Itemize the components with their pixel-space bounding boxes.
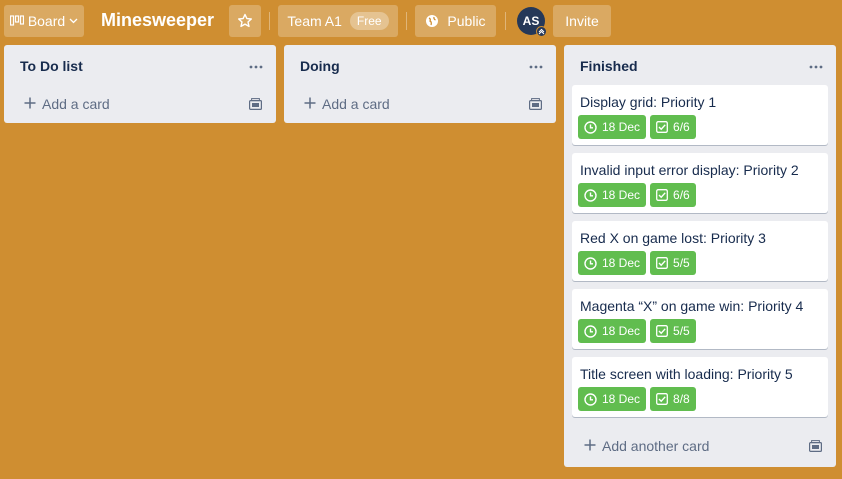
due-date-badge[interactable]: 18 Dec: [578, 319, 647, 343]
checklist-label: 5/5: [673, 256, 690, 270]
star-board-button[interactable]: [229, 5, 261, 37]
card-title: Title screen with loading: Priority 5: [580, 366, 793, 382]
clock-icon: [584, 188, 597, 202]
checklist-label: 6/6: [673, 120, 690, 134]
card-template-icon[interactable]: [809, 439, 823, 455]
clock-icon: [584, 256, 597, 270]
list-title[interactable]: Finished: [580, 58, 638, 74]
checklist-icon: [656, 121, 668, 133]
checklist-badge: 5/5: [650, 251, 696, 275]
add-card-label: Add a card: [42, 96, 110, 112]
card[interactable]: Display grid: Priority 1 18 Dec 6/6: [572, 85, 828, 145]
card-title: Magenta “X” on game win: Priority 4: [580, 298, 804, 314]
card[interactable]: Title screen with loading: Priority 5 18…: [572, 357, 828, 417]
chevron-down-icon: [69, 18, 78, 24]
card-title: Red X on game lost: Priority 3: [580, 230, 766, 246]
due-date-label: 18 Dec: [602, 392, 641, 406]
avatar-initials: AS: [522, 14, 540, 28]
clock-icon: [584, 120, 597, 134]
list-todo: To Do list Add a card: [4, 45, 276, 123]
visibility-label: Public: [447, 13, 486, 29]
due-date-label: 18 Dec: [602, 256, 641, 270]
team-button[interactable]: Team A1 Free: [278, 5, 398, 37]
list-menu-button[interactable]: [246, 55, 266, 75]
board-title[interactable]: Minesweeper: [101, 10, 214, 31]
card-template-icon[interactable]: [529, 97, 543, 113]
checklist-label: 5/5: [673, 324, 690, 338]
header-divider: [406, 12, 407, 30]
add-another-card-button[interactable]: Add another card: [564, 425, 836, 467]
star-icon: [237, 13, 253, 29]
card-badges: 18 Dec 8/8: [578, 387, 696, 411]
invite-button[interactable]: Invite: [553, 5, 611, 37]
board-switcher-button[interactable]: Board: [4, 5, 84, 37]
avatar[interactable]: AS: [517, 7, 547, 37]
card[interactable]: Magenta “X” on game win: Priority 4 18 D…: [572, 289, 828, 349]
checklist-icon: [656, 393, 668, 405]
due-date-badge[interactable]: 18 Dec: [578, 183, 647, 207]
list-header: Doing: [284, 45, 556, 85]
list-title[interactable]: Doing: [300, 58, 340, 74]
card-badges: 18 Dec 6/6: [578, 183, 696, 207]
header-divider: [505, 12, 506, 30]
checklist-badge: 6/6: [650, 115, 696, 139]
checklist-badge: 8/8: [650, 387, 696, 411]
card-title: Invalid input error display: Priority 2: [580, 162, 799, 178]
team-label: Team A1: [287, 13, 342, 29]
card[interactable]: Invalid input error display: Priority 2 …: [572, 153, 828, 213]
clock-icon: [584, 324, 597, 338]
board-switcher-label: Board: [27, 13, 66, 29]
add-card-button[interactable]: Add a card: [4, 85, 276, 123]
clock-icon: [584, 392, 597, 406]
more-horizontal-icon: [249, 56, 263, 74]
list-menu-button[interactable]: [526, 55, 546, 75]
plus-icon: [584, 438, 596, 454]
list-title[interactable]: To Do list: [20, 58, 83, 74]
checklist-label: 6/6: [673, 188, 690, 202]
card-badges: 18 Dec 6/6: [578, 115, 696, 139]
list-menu-button[interactable]: [806, 55, 826, 75]
due-date-badge[interactable]: 18 Dec: [578, 115, 647, 139]
more-horizontal-icon: [809, 56, 823, 74]
checklist-icon: [656, 325, 668, 337]
add-card-label: Add a card: [322, 96, 390, 112]
checklist-icon: [656, 189, 668, 201]
list-doing: Doing Add a card: [284, 45, 556, 123]
list-finished: Finished Display grid: Priority 1 18 Dec…: [564, 45, 836, 467]
due-date-label: 18 Dec: [602, 188, 641, 202]
add-card-label: Add another card: [602, 438, 710, 454]
list-header: To Do list: [4, 45, 276, 85]
admin-chevron-icon: [536, 26, 547, 37]
globe-icon: [425, 14, 439, 28]
checklist-icon: [656, 257, 668, 269]
card[interactable]: Red X on game lost: Priority 3 18 Dec 5/…: [572, 221, 828, 281]
card-badges: 18 Dec 5/5: [578, 251, 696, 275]
checklist-badge: 6/6: [650, 183, 696, 207]
due-date-label: 18 Dec: [602, 120, 641, 134]
invite-label: Invite: [565, 13, 599, 29]
card-template-icon[interactable]: [249, 97, 263, 113]
header-divider: [269, 12, 270, 30]
add-card-button[interactable]: Add a card: [284, 85, 556, 123]
board-icon: [9, 15, 24, 27]
due-date-label: 18 Dec: [602, 324, 641, 338]
plan-badge: Free: [349, 12, 389, 30]
checklist-label: 8/8: [673, 392, 690, 406]
plus-icon: [304, 96, 316, 112]
due-date-badge[interactable]: 18 Dec: [578, 387, 647, 411]
due-date-badge[interactable]: 18 Dec: [578, 251, 647, 275]
more-horizontal-icon: [529, 56, 543, 74]
plus-icon: [24, 96, 36, 112]
board-header: Board Minesweeper Team A1 Free Public AS…: [0, 0, 842, 42]
card-badges: 18 Dec 5/5: [578, 319, 696, 343]
card-title: Display grid: Priority 1: [580, 94, 717, 110]
visibility-button[interactable]: Public: [415, 5, 496, 37]
list-header: Finished: [564, 45, 836, 85]
checklist-badge: 5/5: [650, 319, 696, 343]
